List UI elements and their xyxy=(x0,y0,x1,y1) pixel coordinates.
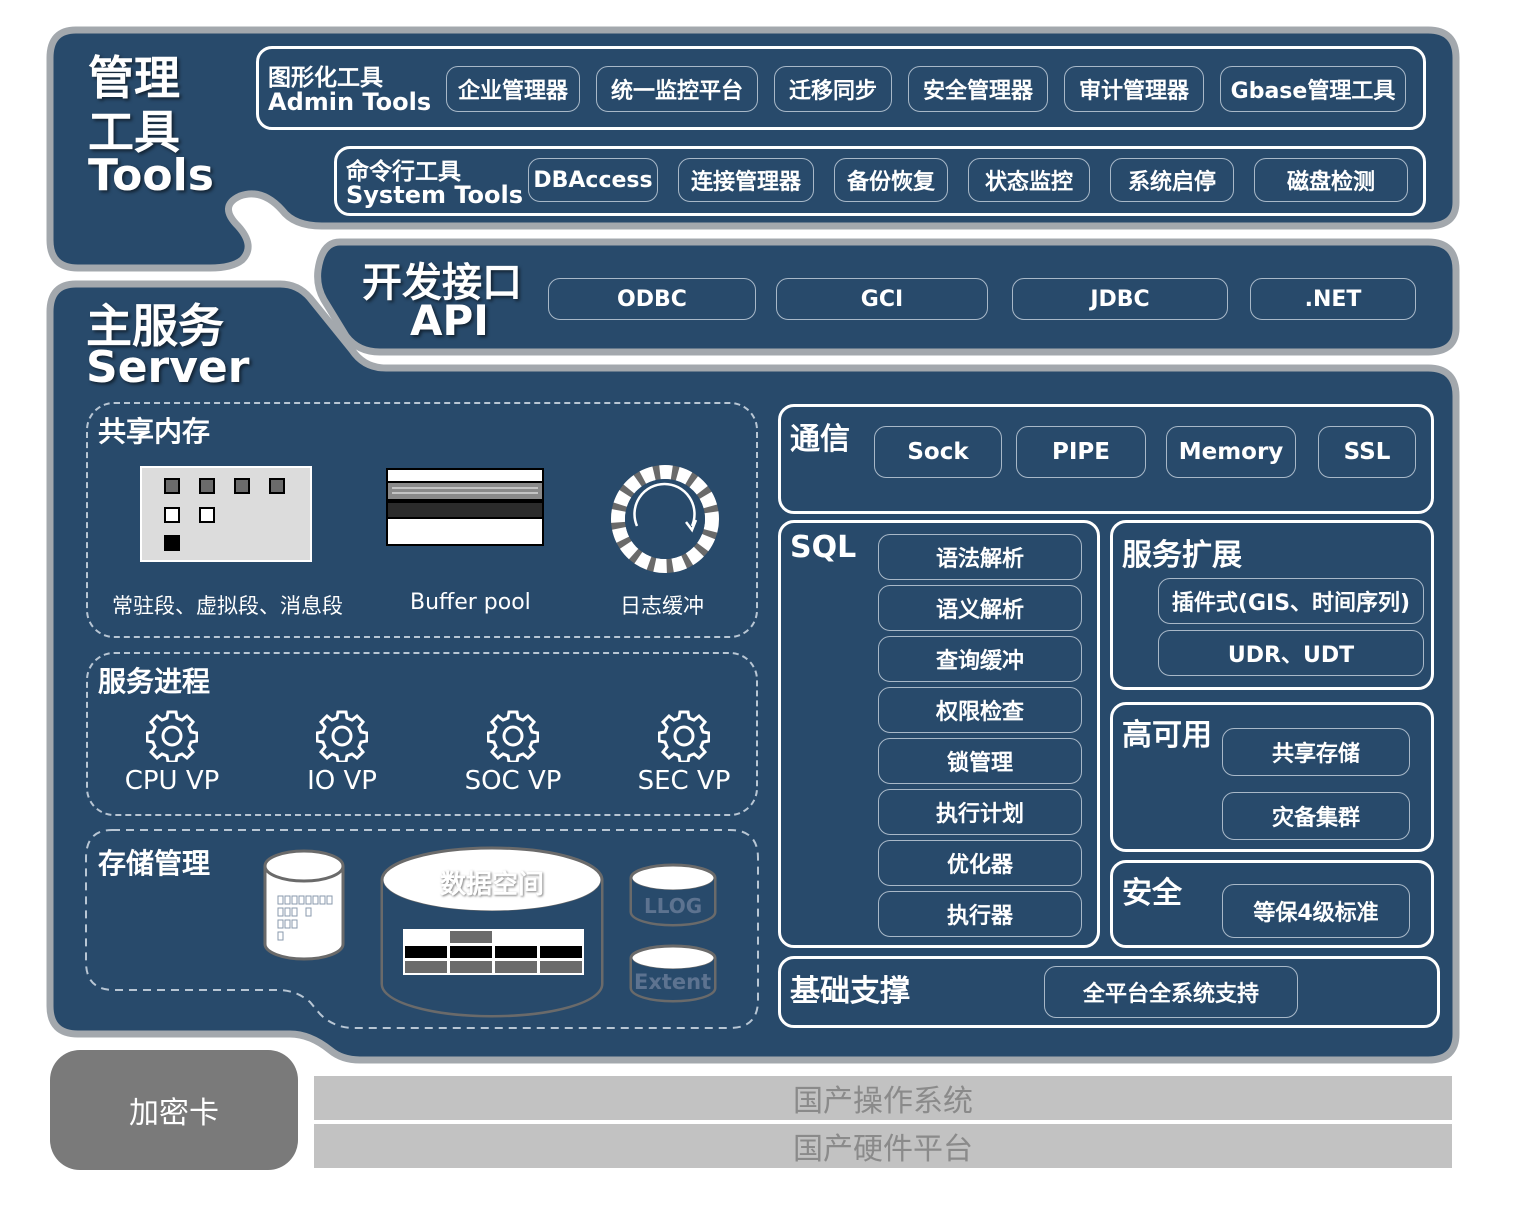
llog-label: LLOG xyxy=(644,894,703,918)
sec-vp-label: SEC VP xyxy=(637,766,731,796)
tool-status-monitor[interactable]: 状态监控 xyxy=(968,158,1090,202)
io-vp-gear-icon xyxy=(316,710,368,762)
domestic-os-bar: 国产操作系统 xyxy=(314,1076,1452,1120)
comm-pipe[interactable]: PIPE xyxy=(1016,426,1146,478)
api-title-en: API xyxy=(410,296,489,345)
soc-vp-label: SOC VP xyxy=(464,766,562,796)
data-space-label: 数据空间 xyxy=(440,870,545,900)
sql-lock-manager[interactable]: 锁管理 xyxy=(878,738,1082,784)
comm-ssl[interactable]: SSL xyxy=(1318,426,1416,478)
segments-icon xyxy=(140,466,312,562)
tool-connection-manager[interactable]: 连接管理器 xyxy=(678,158,814,202)
ext-title: 服务扩展 xyxy=(1122,538,1242,573)
tool-migration-sync[interactable]: 迁移同步 xyxy=(774,66,892,112)
comm-title: 通信 xyxy=(790,422,850,457)
buffer-pool-label: Buffer pool xyxy=(410,590,531,615)
extent-label: Extent xyxy=(634,970,712,994)
sql-permission-check[interactable]: 权限检查 xyxy=(878,687,1082,733)
ha-shared-storage[interactable]: 共享存储 xyxy=(1222,728,1410,776)
api-dotnet[interactable]: .NET xyxy=(1250,278,1416,320)
sql-syntax-parse[interactable]: 语法解析 xyxy=(878,534,1082,580)
disk-cylinder-icon xyxy=(263,849,345,961)
segments-label: 常驻段、虚拟段、消息段 xyxy=(112,594,343,618)
sql-query-cache[interactable]: 查询缓冲 xyxy=(878,636,1082,682)
system-tools-label-en: System Tools xyxy=(346,181,523,209)
sql-optimizer[interactable]: 优化器 xyxy=(878,840,1082,886)
admin-tools-label-en: Admin Tools xyxy=(268,88,432,116)
storage-title: 存储管理 xyxy=(98,847,211,880)
security-title: 安全 xyxy=(1122,876,1182,911)
buffer-pool-icon xyxy=(386,468,544,546)
tool-system-startstop[interactable]: 系统启停 xyxy=(1110,158,1234,202)
tool-security-manager[interactable]: 安全管理器 xyxy=(908,66,1048,112)
api-jdbc[interactable]: JDBC xyxy=(1012,278,1228,320)
api-gci[interactable]: GCI xyxy=(776,278,988,320)
api-odbc[interactable]: ODBC xyxy=(548,278,756,320)
soc-vp-gear-icon xyxy=(487,710,539,762)
comm-sock[interactable]: Sock xyxy=(874,426,1002,478)
cpu-vp-gear-icon xyxy=(146,710,198,762)
tools-title-en: Tools xyxy=(88,150,214,201)
admin-tools-label-cn: 图形化工具 xyxy=(268,65,383,91)
shared-memory-title: 共享内存 xyxy=(98,415,211,448)
processes-title: 服务进程 xyxy=(98,665,211,698)
ha-title: 高可用 xyxy=(1122,718,1212,753)
log-buffer-label: 日志缓冲 xyxy=(620,594,704,618)
sql-title: SQL xyxy=(790,530,857,565)
base-all-platform[interactable]: 全平台全系统支持 xyxy=(1044,966,1298,1018)
ha-dr-cluster[interactable]: 灾备集群 xyxy=(1222,792,1410,840)
encryption-card: 加密卡 xyxy=(50,1050,298,1170)
io-vp-label: IO VP xyxy=(307,766,377,796)
log-buffer-icon xyxy=(611,465,719,573)
sql-execution-plan[interactable]: 执行计划 xyxy=(878,789,1082,835)
domestic-hardware-bar: 国产硬件平台 xyxy=(314,1124,1452,1168)
server-title-en: Server xyxy=(86,342,250,393)
tool-monitoring-platform[interactable]: 统一监控平台 xyxy=(596,66,758,112)
tool-backup-restore[interactable]: 备份恢复 xyxy=(834,158,948,202)
sql-executor[interactable]: 执行器 xyxy=(878,891,1082,937)
tool-dbaccess[interactable]: DBAccess xyxy=(528,158,658,202)
cpu-vp-label: CPU VP xyxy=(124,766,220,796)
ext-udr-udt[interactable]: UDR、UDT xyxy=(1158,630,1424,676)
ext-plugin[interactable]: 插件式(GIS、时间序列) xyxy=(1158,578,1424,624)
sec-vp-gear-icon xyxy=(658,710,710,762)
tool-audit-manager[interactable]: 审计管理器 xyxy=(1064,66,1204,112)
tool-gbase-manager[interactable]: Gbase管理工具 xyxy=(1220,66,1406,112)
sql-semantic-parse[interactable]: 语义解析 xyxy=(878,585,1082,631)
security-level4[interactable]: 等保4级标准 xyxy=(1222,884,1410,938)
tool-disk-check[interactable]: 磁盘检测 xyxy=(1254,158,1408,202)
tool-enterprise-manager[interactable]: 企业管理器 xyxy=(446,66,580,112)
comm-memory[interactable]: Memory xyxy=(1166,426,1296,478)
base-title: 基础支撑 xyxy=(790,974,910,1009)
